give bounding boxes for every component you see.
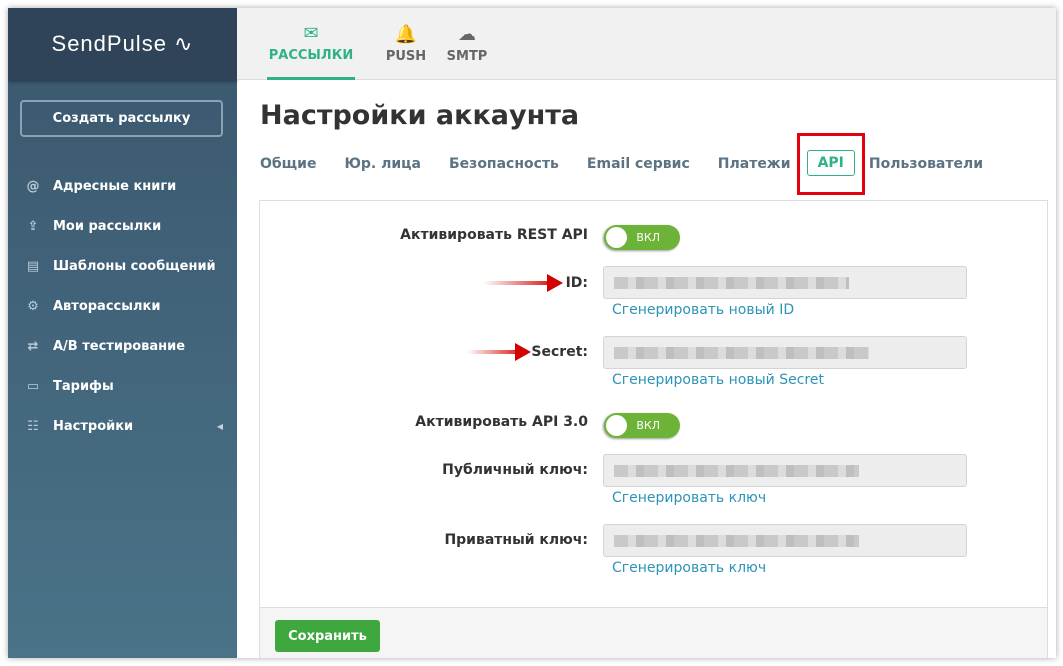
tab-4[interactable]: Платежи: [718, 154, 791, 180]
tab-6[interactable]: Пользователи: [869, 154, 983, 180]
sidebar-item[interactable]: ⇄ A/B тестирование: [8, 326, 237, 366]
panel-footer: Сохранить: [260, 607, 1047, 658]
sidebar-menu: @ Адресные книги ⇪ Мои рассылки ▤ Шаблоны соо…: [8, 166, 237, 446]
logo-text: SendPulse: [51, 31, 167, 56]
sidebar-item[interactable]: ⚙ Авторассылки: [8, 286, 237, 326]
save-button[interactable]: Сохранить: [275, 620, 380, 652]
cloud-upload-icon: ☁: [458, 24, 476, 45]
blurred-value: [614, 346, 869, 359]
sidebar-item[interactable]: ⇪ Мои рассылки: [8, 206, 237, 246]
topnav-tab[interactable]: ✉ РАССЫЛКИ: [267, 8, 355, 80]
rest-api-label: Активировать REST API: [400, 227, 588, 243]
sidebar-item[interactable]: @ Адресные книги: [8, 166, 237, 206]
topnav-label: РАССЫЛКИ: [268, 47, 354, 63]
red-arrow-icon: [467, 343, 531, 361]
automation-icon: ⚙: [27, 298, 39, 314]
rest-api-toggle[interactable]: ВКЛ: [604, 225, 680, 250]
sidebar-item[interactable]: ▤ Шаблоны сообщений: [8, 246, 237, 286]
sidebar-item-label: Настройки: [53, 418, 134, 434]
mail-icon: ✉: [303, 22, 319, 44]
blurred-value: [614, 276, 849, 289]
tab-0[interactable]: Общие: [260, 154, 316, 180]
settings-sliders-icon: ☷: [27, 418, 39, 434]
sidebar-item-label: Авторассылки: [53, 298, 161, 314]
secret-label: Secret:: [531, 344, 588, 360]
api3-label: Активировать API 3.0: [415, 414, 588, 430]
pulse-icon: ∿: [166, 31, 194, 56]
wallet-icon: ▭: [26, 378, 40, 394]
blurred-value: [614, 464, 859, 477]
send-icon: ⇪: [27, 218, 39, 234]
api3-toggle[interactable]: ВКЛ: [604, 413, 680, 438]
sidebar-item-label: Адресные книги: [53, 178, 177, 194]
ab-test-icon: ⇄: [27, 338, 39, 354]
page-title: Настройки аккаунта: [260, 100, 580, 131]
sidebar-item-label: Шаблоны сообщений: [53, 258, 216, 274]
app-window: SendPulse ∿ Создать рассылку @ Адресные к…: [8, 8, 1056, 658]
tab-3[interactable]: Email сервис: [587, 154, 690, 180]
topnav-tab[interactable]: ☁ SMTP: [443, 8, 491, 80]
red-arrow-icon: [483, 274, 563, 292]
sidebar-item-label: A/B тестирование: [53, 338, 186, 354]
template-icon: ▤: [26, 258, 40, 274]
topnav-label: PUSH: [385, 49, 427, 64]
toggle-state: ВКЛ: [636, 231, 660, 244]
tab-2[interactable]: Безопасность: [449, 154, 559, 180]
sidebar-item-label: Тарифы: [53, 378, 114, 394]
toggle-state: ВКЛ: [636, 419, 660, 432]
settings-tabs: Общие Юр. лица Безопасность Email сервис Пла…: [260, 150, 1011, 180]
generate-private-key-link[interactable]: Сгенерировать ключ: [612, 560, 766, 576]
id-label: ID:: [565, 275, 588, 291]
private-key-label: Приватный ключ:: [444, 532, 588, 548]
create-campaign-button[interactable]: Создать рассылку: [20, 100, 223, 137]
public-key-label: Публичный ключ:: [442, 462, 588, 478]
sidebar-item[interactable]: ▭ Тарифы: [8, 366, 237, 406]
address-book-icon: @: [26, 178, 40, 194]
tab-1[interactable]: Юр. лица: [344, 154, 421, 180]
sidebar: SendPulse ∿ Создать рассылку @ Адресные к…: [8, 8, 237, 658]
logo[interactable]: SendPulse ∿: [8, 8, 237, 80]
topnav-label: SMTP: [446, 49, 488, 64]
public-key-field[interactable]: [603, 454, 967, 487]
topnav-tab[interactable]: 🔔 PUSH: [377, 8, 435, 80]
api-settings-panel: Активировать REST API ВКЛ ID: Сгенериров…: [259, 200, 1048, 658]
generate-id-link[interactable]: Сгенерировать новый ID: [612, 302, 794, 318]
blurred-value: [614, 534, 859, 547]
sidebar-item-label: Мои рассылки: [53, 218, 162, 234]
sidebar-item[interactable]: ☷ Настройки ◀: [8, 406, 237, 446]
caret-left-icon: ◀: [216, 421, 223, 431]
private-key-field[interactable]: [603, 524, 967, 557]
top-nav: ✉ РАССЫЛКИ 🔔 PUSH ☁ SMTP: [237, 8, 1056, 80]
id-field[interactable]: [603, 266, 967, 299]
generate-secret-link[interactable]: Сгенерировать новый Secret: [612, 372, 824, 388]
highlight-box: [797, 133, 865, 195]
generate-public-key-link[interactable]: Сгенерировать ключ: [612, 490, 766, 506]
secret-field[interactable]: [603, 336, 967, 369]
bell-icon: 🔔: [394, 24, 418, 45]
